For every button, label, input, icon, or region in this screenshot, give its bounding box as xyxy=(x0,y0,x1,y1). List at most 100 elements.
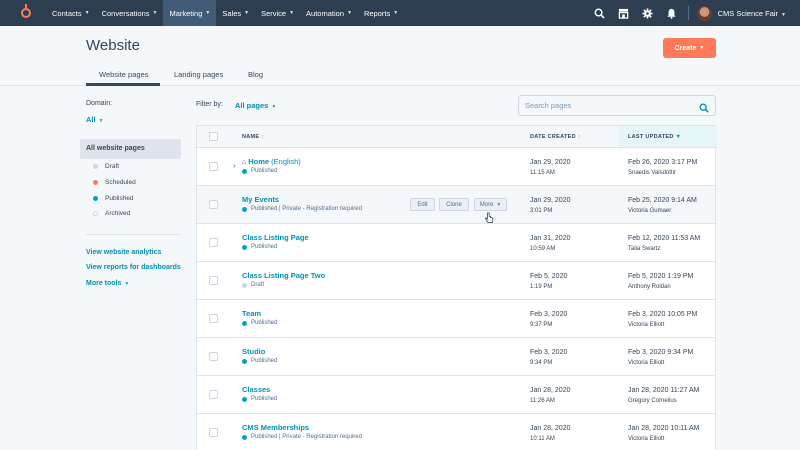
page-name-link[interactable]: Class Listing Page Two xyxy=(242,271,325,280)
created-date: Jan 29, 2020 xyxy=(530,197,571,204)
avatar[interactable] xyxy=(696,5,712,21)
status-text: Draft xyxy=(251,282,265,288)
nav-reports[interactable]: Reports ▼ xyxy=(358,0,404,26)
view-website-analytics-link[interactable]: View website analytics xyxy=(86,249,161,256)
table-row[interactable]: Classes Published Jan 28, 2020 11:26 AM … xyxy=(197,376,715,414)
row-checkbox[interactable] xyxy=(209,314,218,323)
created-date: Jan 28, 2020 xyxy=(530,387,571,394)
page-name-link[interactable]: My Events xyxy=(242,195,279,204)
chevron-down-icon: ▼ xyxy=(271,104,277,110)
marketplace-icon[interactable] xyxy=(612,0,636,26)
filter-label: Scheduled xyxy=(105,179,136,186)
status-text: Published xyxy=(251,396,278,402)
status-dot-icon xyxy=(242,244,247,250)
search-icon[interactable] xyxy=(699,100,709,118)
sort-icon: ↕ xyxy=(261,134,265,140)
table-row[interactable]: CMS Memberships Published | Private - Re… xyxy=(197,414,715,450)
home-page-icon: ⌂ xyxy=(242,159,247,166)
notifications-icon[interactable] xyxy=(660,0,684,26)
row-checkbox[interactable] xyxy=(209,390,218,399)
nav-service-label: Service xyxy=(261,8,287,18)
nav-contacts-label: Contacts xyxy=(52,8,82,18)
row-checkbox[interactable] xyxy=(209,162,218,171)
more-button-label: More xyxy=(479,201,494,208)
page-name-link[interactable]: ⌂ Home (English) xyxy=(242,157,301,166)
sidebar-filter-scheduled[interactable]: Scheduled xyxy=(93,179,136,186)
nav-contacts[interactable]: Contacts ▼ xyxy=(46,0,96,26)
pages-table: NAME ↕ DATE CREATED ↕ LAST UPDATED ▼ › ⌂… xyxy=(196,125,717,450)
row-checkbox[interactable] xyxy=(209,200,218,209)
nav-marketing[interactable]: Marketing ▼ xyxy=(163,0,217,26)
column-last-updated[interactable]: LAST UPDATED ▼ xyxy=(628,134,681,140)
table-row[interactable]: Class Listing Page Two Draft Feb 5, 2020… xyxy=(197,262,715,300)
nav-sales-label: Sales xyxy=(222,8,242,18)
chevron-down-icon: ▼ xyxy=(124,281,130,287)
more-button[interactable]: More ▼ xyxy=(474,198,507,211)
updated-date: Feb 3, 2020 10:05 PM xyxy=(628,311,698,318)
nav-sales[interactable]: Sales ▼ xyxy=(216,0,255,26)
page-name-link[interactable]: CMS Memberships xyxy=(242,423,309,432)
search-icon[interactable] xyxy=(588,0,612,26)
chevron-right-icon[interactable]: › xyxy=(233,161,236,170)
table-row[interactable]: Team Published Feb 3, 2020 9:37 PM Feb 3… xyxy=(197,300,715,338)
account-menu[interactable]: CMS Science Fair ▼ xyxy=(718,9,786,18)
table-row[interactable]: › ⌂ Home (English) Published Jan 29, 2020… xyxy=(197,148,715,186)
mouse-pointer-icon xyxy=(485,211,494,229)
more-tools-link[interactable]: More tools ▼ xyxy=(86,280,129,287)
tab-landing-pages[interactable]: Landing pages xyxy=(174,70,223,79)
nav-automation[interactable]: Automation ▼ xyxy=(300,0,358,26)
column-name[interactable]: NAME ↕ xyxy=(242,134,264,140)
sidebar-filter-draft[interactable]: Draft xyxy=(93,163,119,170)
row-checkbox[interactable] xyxy=(209,428,218,437)
domain-select[interactable]: All ▼ xyxy=(86,115,104,124)
table-row[interactable]: Class Listing Page Published Jan 31, 202… xyxy=(197,224,715,262)
chevron-down-icon: ▼ xyxy=(205,10,211,16)
status-dot-icon xyxy=(93,211,98,216)
top-navigation: Contacts ▼ Conversations ▼ Marketing ▼ Sale… xyxy=(0,0,800,26)
sort-desc-icon: ▼ xyxy=(675,134,682,140)
view-reports-link[interactable]: View reports for dashboards xyxy=(86,264,181,271)
filter-select[interactable]: All pages ▼ xyxy=(235,101,276,110)
nav-automation-label: Automation xyxy=(306,8,344,18)
search-input[interactable]: Search pages xyxy=(518,95,716,116)
page-name-link[interactable]: Studio xyxy=(242,347,265,356)
row-checkbox[interactable] xyxy=(209,238,218,247)
sidebar-filter-archived[interactable]: Archived xyxy=(93,210,130,217)
status-dot-icon xyxy=(242,358,247,364)
nav-conversations[interactable]: Conversations ▼ xyxy=(96,0,164,26)
page-name-link[interactable]: Classes xyxy=(242,385,270,394)
settings-icon[interactable] xyxy=(636,0,660,26)
create-button[interactable]: Create ▼ xyxy=(663,38,716,58)
created-time: 10:11 AM xyxy=(530,436,555,442)
edit-button[interactable]: Edit xyxy=(410,198,435,211)
row-checkbox[interactable] xyxy=(209,276,218,285)
created-time: 9:37 PM xyxy=(530,322,553,328)
page-name-link[interactable]: Class Listing Page xyxy=(242,233,309,242)
created-date: Jan 31, 2020 xyxy=(530,235,571,242)
table-row[interactable]: My Events Published | Private - Registra… xyxy=(197,186,715,224)
account-name: CMS Science Fair xyxy=(717,8,779,18)
select-all-checkbox[interactable] xyxy=(209,132,218,141)
table-row[interactable]: Studio Published Feb 3, 2020 9:34 PM Feb… xyxy=(197,338,715,376)
created-date: Jan 28, 2020 xyxy=(530,425,571,432)
created-time: 11:26 AM xyxy=(530,398,555,404)
nav-service[interactable]: Service ▼ xyxy=(255,0,300,26)
sidebar-filter-published[interactable]: Published xyxy=(93,195,134,202)
created-date: Feb 5, 2020 xyxy=(530,273,568,280)
hubspot-logo-icon[interactable] xyxy=(18,4,34,21)
clone-button[interactable]: Clone xyxy=(439,198,469,211)
updated-date: Feb 12, 2020 11:53 AM xyxy=(628,235,701,242)
page-name-link[interactable]: Team xyxy=(242,309,261,318)
sidebar-item-all-website-pages[interactable]: All website pages xyxy=(80,139,181,159)
row-checkbox[interactable] xyxy=(209,352,218,361)
nav-marketing-label: Marketing xyxy=(169,8,203,18)
chevron-down-icon: ▼ xyxy=(393,10,399,16)
column-date-created[interactable]: DATE CREATED ↕ xyxy=(530,134,581,140)
filter-label: Published xyxy=(105,195,134,202)
tab-website-pages[interactable]: Website pages xyxy=(99,70,148,79)
chevron-down-icon: ▼ xyxy=(289,10,295,16)
page-status: Published xyxy=(242,244,277,250)
status-dot-icon xyxy=(93,196,98,201)
tab-blog[interactable]: Blog xyxy=(248,70,263,79)
updated-by: Gregory Cornelius xyxy=(628,398,677,404)
